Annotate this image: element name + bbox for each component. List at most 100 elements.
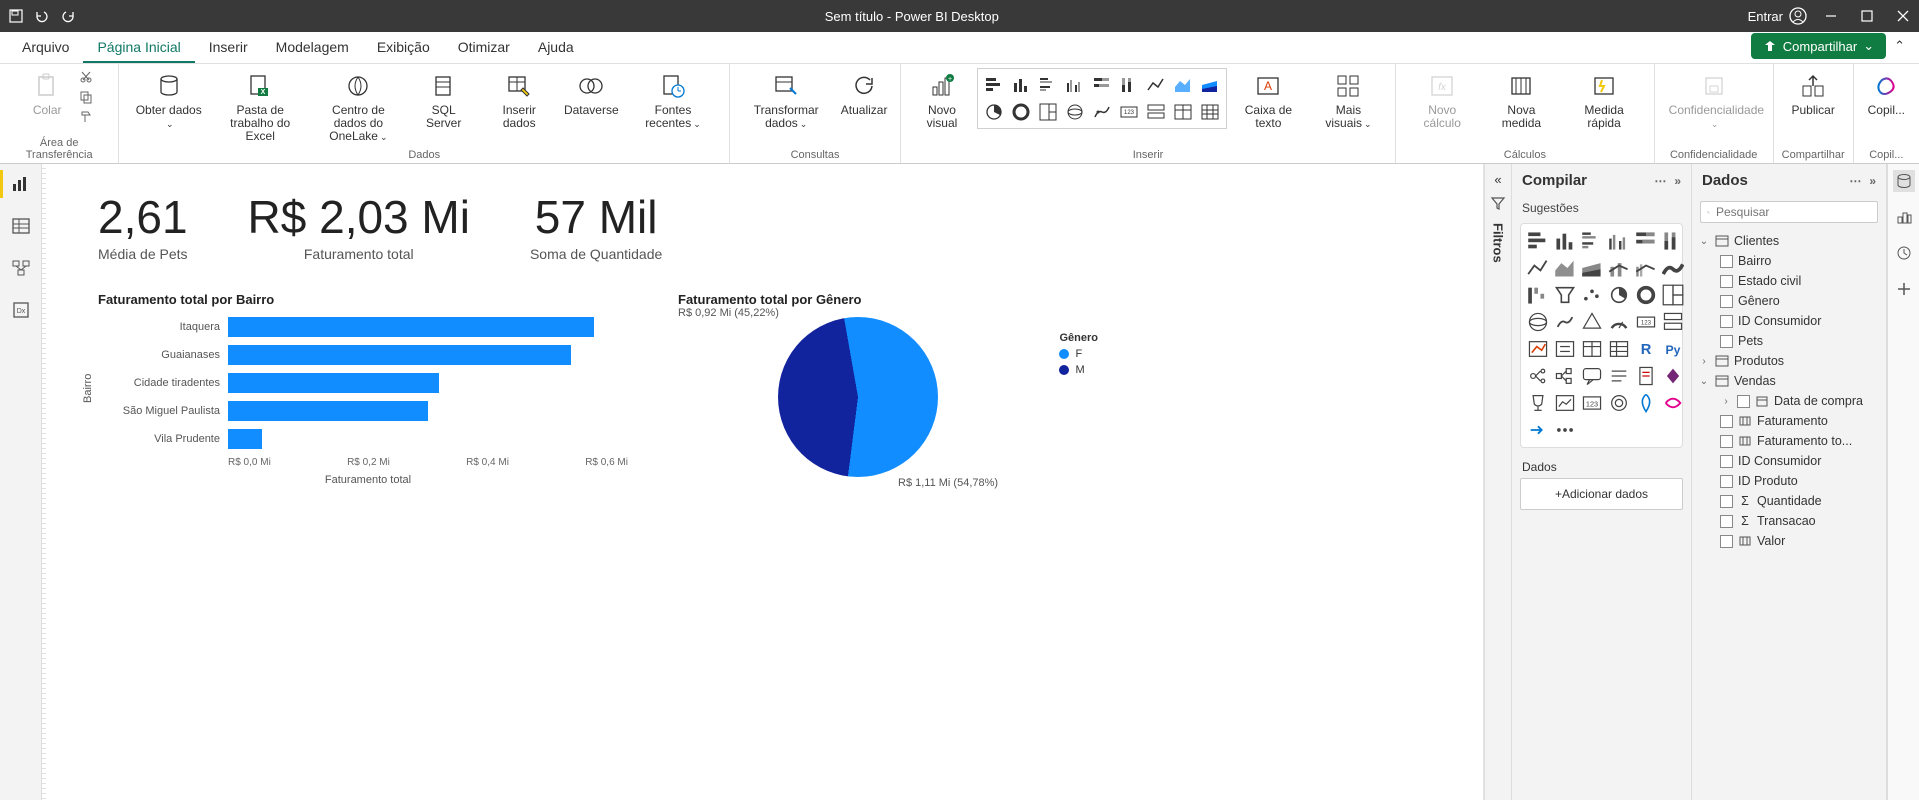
compartilhar-button[interactable]: Compartilhar ⌄ — [1751, 33, 1886, 59]
checkbox[interactable] — [1720, 455, 1733, 468]
sql-server-button[interactable]: SQL Server — [409, 68, 479, 132]
viz-multirow-card[interactable] — [1662, 311, 1684, 333]
field-id-consumidor-v[interactable]: ID Consumidor — [1698, 451, 1880, 471]
minimize-button[interactable] — [1823, 8, 1839, 24]
viz-funnel[interactable] — [1554, 284, 1576, 306]
nova-medida-button[interactable]: Nova medida — [1482, 68, 1560, 132]
line-chart-icon[interactable] — [1144, 73, 1168, 97]
viz-more-options[interactable] — [1554, 419, 1576, 441]
field-id-consumidor[interactable]: ID Consumidor — [1698, 311, 1880, 331]
viz-100-column[interactable] — [1662, 230, 1684, 252]
viz-slicer[interactable] — [1554, 338, 1576, 360]
expand-icon[interactable]: ⌄ — [1698, 236, 1710, 247]
kpi-card-pets[interactable]: 2,61 Média de Pets — [98, 194, 188, 262]
viz-ribbon[interactable] — [1662, 257, 1684, 279]
field-faturamento[interactable]: Faturamento — [1698, 411, 1880, 431]
multi-card-icon[interactable] — [1144, 100, 1168, 124]
viz-line-stacked[interactable] — [1608, 257, 1630, 279]
field-pets[interactable]: Pets — [1698, 331, 1880, 351]
report-canvas[interactable]: 2,61 Média de Pets R$ 2,03 Mi Faturament… — [42, 164, 1484, 800]
add-data-button[interactable]: +Adicionar dados — [1520, 478, 1683, 510]
inserir-dados-button[interactable]: Inserir dados — [481, 68, 558, 132]
table-view-icon[interactable] — [9, 214, 33, 238]
checkbox[interactable] — [1720, 495, 1733, 508]
field-genero[interactable]: Gênero — [1698, 291, 1880, 311]
pasta-excel-button[interactable]: X Pasta de trabalho do Excel — [212, 68, 308, 146]
pie-chart-icon[interactable] — [982, 100, 1006, 124]
viz-paginated[interactable] — [1635, 365, 1657, 387]
stacked-area-icon[interactable] — [1198, 73, 1222, 97]
viz-arcgis[interactable] — [1635, 392, 1657, 414]
checkbox[interactable] — [1720, 475, 1733, 488]
close-button[interactable] — [1895, 8, 1911, 24]
more-icon[interactable]: ⋯ — [1654, 174, 1666, 188]
transformar-dados-button[interactable]: Transformar dados⌄ — [738, 68, 834, 132]
clustered-bar-icon[interactable] — [1036, 73, 1060, 97]
caixa-texto-button[interactable]: A Caixa de texto — [1229, 68, 1308, 132]
viz-key-influencers[interactable] — [1527, 365, 1549, 387]
table-icon[interactable] — [1171, 100, 1195, 124]
bar-row[interactable]: Itaquera — [98, 317, 638, 337]
viz-goals[interactable] — [1608, 392, 1630, 414]
expand-icon[interactable]: › — [1698, 356, 1710, 367]
bar-row[interactable]: Vila Prudente — [98, 429, 638, 449]
tab-otimizar[interactable]: Otimizar — [444, 33, 524, 63]
viz-sparkline[interactable] — [1554, 392, 1576, 414]
kpi-card-faturamento[interactable]: R$ 2,03 Mi Faturamento total — [248, 194, 470, 262]
format-pane-icon[interactable] — [1893, 206, 1915, 228]
viz-line-clustered[interactable] — [1635, 257, 1657, 279]
tab-inserir[interactable]: Inserir — [195, 33, 262, 63]
legend-item-m[interactable]: M — [1059, 364, 1098, 376]
dataverse-button[interactable]: Dataverse — [560, 68, 623, 119]
treemap-icon[interactable] — [1036, 100, 1060, 124]
format-painter-icon[interactable] — [77, 108, 95, 126]
viz-filled-map[interactable] — [1554, 311, 1576, 333]
bar-chart-visual[interactable]: Faturamento total por Bairro Bairro Itaq… — [98, 292, 638, 537]
clustered-column-icon[interactable] — [1063, 73, 1087, 97]
more-icon[interactable]: ⋯ — [1849, 174, 1861, 188]
table-produtos[interactable]: ›Produtos — [1698, 351, 1880, 371]
mais-visuais-button[interactable]: Mais visuais⌄ — [1310, 68, 1387, 132]
viz-clustered-column[interactable] — [1608, 230, 1630, 252]
viz-line[interactable] — [1527, 257, 1549, 279]
checkbox[interactable] — [1720, 295, 1733, 308]
100-stacked-bar-icon[interactable] — [1090, 73, 1114, 97]
publicar-button[interactable]: Publicar — [1785, 68, 1840, 119]
field-id-produto[interactable]: ID Produto — [1698, 471, 1880, 491]
viz-scatter[interactable] — [1581, 284, 1603, 306]
viz-get-more[interactable] — [1527, 419, 1549, 441]
redo-icon[interactable] — [60, 8, 76, 24]
viz-card-new[interactable]: 123 — [1581, 392, 1603, 414]
tab-ajuda[interactable]: Ajuda — [524, 33, 588, 63]
add-pane-icon[interactable] — [1893, 278, 1915, 300]
data-pane-icon[interactable] — [1893, 170, 1915, 192]
collapse-panel-icon[interactable]: » — [1674, 174, 1681, 188]
viz-map[interactable] — [1527, 311, 1549, 333]
viz-kpi[interactable] — [1527, 338, 1549, 360]
field-estado-civil[interactable]: Estado civil — [1698, 271, 1880, 291]
field-transacao[interactable]: ΣTransacao — [1698, 511, 1880, 531]
bar-row[interactable]: São Miguel Paulista — [98, 401, 638, 421]
100-stacked-column-icon[interactable] — [1117, 73, 1141, 97]
expand-icon[interactable]: ⌄ — [1698, 376, 1710, 387]
field-valor[interactable]: Valor — [1698, 531, 1880, 551]
checkbox[interactable] — [1737, 395, 1750, 408]
expand-icon[interactable]: › — [1720, 396, 1732, 407]
field-faturamento-total[interactable]: Faturamento to... — [1698, 431, 1880, 451]
tab-exibicao[interactable]: Exibição — [363, 33, 444, 63]
viz-r[interactable]: R — [1635, 338, 1657, 360]
filled-map-icon[interactable] — [1090, 100, 1114, 124]
copy-icon[interactable] — [77, 88, 95, 106]
collapse-panel-icon[interactable]: » — [1869, 174, 1876, 188]
map-icon[interactable] — [1063, 100, 1087, 124]
fontes-recentes-button[interactable]: Fontes recentes⌄ — [625, 68, 721, 132]
viz-matrix[interactable] — [1608, 338, 1630, 360]
checkbox[interactable] — [1720, 535, 1733, 548]
tab-modelagem[interactable]: Modelagem — [262, 33, 363, 63]
bar-row[interactable]: Cidade tiradentes — [98, 373, 638, 393]
viz-python[interactable]: Py — [1662, 338, 1684, 360]
collapse-ribbon-icon[interactable]: ⌃ — [1894, 38, 1905, 54]
dax-view-icon[interactable]: Dx — [9, 298, 33, 322]
viz-narrative[interactable] — [1608, 365, 1630, 387]
viz-table[interactable] — [1581, 338, 1603, 360]
